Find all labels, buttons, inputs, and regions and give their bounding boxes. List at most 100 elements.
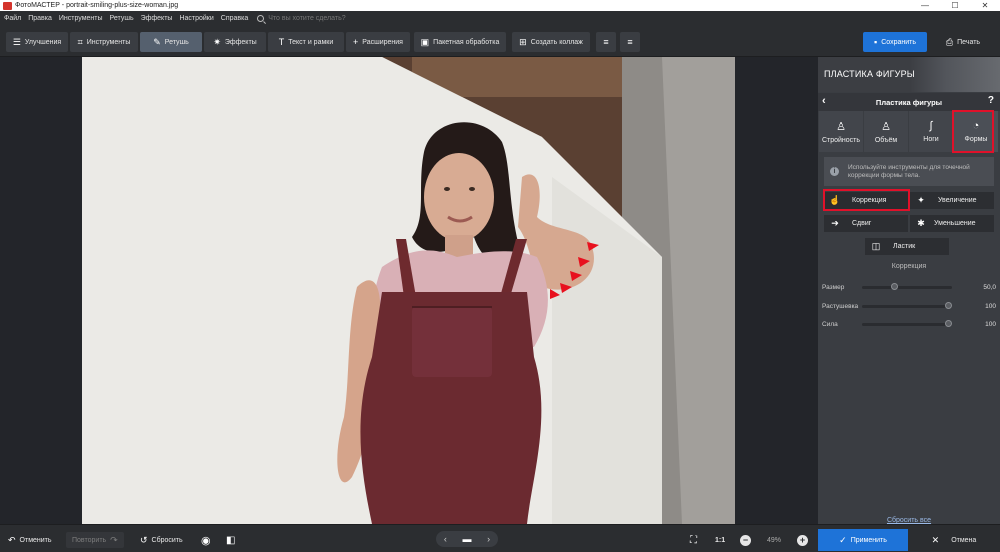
tab-extensions[interactable]: + Расширения — [346, 32, 410, 52]
tab-tools[interactable]: ⌗ Инструменты — [70, 32, 138, 52]
preview-eye-button[interactable]: ◉ — [201, 532, 211, 548]
image-navigation: ‹ ▬ › — [436, 531, 498, 547]
zoom-out-button[interactable]: − — [740, 532, 751, 548]
tool-shift-button[interactable]: ➔ Сдвиг — [824, 215, 908, 232]
search-icon — [257, 15, 265, 22]
menu-tools[interactable]: Инструменты — [59, 15, 103, 22]
tab-label: Ретушь — [164, 38, 189, 46]
tab-volume[interactable]: ♙ Объём — [864, 111, 908, 152]
slider-knob[interactable] — [945, 301, 952, 309]
compare-list-button[interactable]: ≡ — [596, 32, 616, 52]
fit-screen-icon: ⛶ — [690, 534, 697, 546]
help-icon[interactable]: ? — [988, 95, 994, 106]
close-window-button[interactable]: ✕ — [970, 0, 1000, 11]
plus-icon: + — [353, 37, 359, 47]
minimize-button[interactable]: — — [910, 0, 940, 11]
slider-feather[interactable]: Растушевка 100 — [822, 300, 996, 312]
tab-text-frames[interactable]: T Текст и рамки — [268, 32, 344, 52]
slider-track[interactable] — [862, 319, 952, 327]
menu-retouch[interactable]: Ретушь — [110, 15, 134, 22]
reset-button[interactable]: ↺ Сбросить — [140, 532, 183, 548]
body-volume-icon: ♙ — [881, 120, 891, 133]
undo-button[interactable]: ↶ Отменить — [8, 532, 52, 548]
undo-label: Отменить — [19, 536, 52, 544]
tool-shrink-button[interactable]: ✱ Уменьшение — [910, 215, 994, 232]
floppy-icon: ▪ — [874, 37, 878, 47]
create-collage-button[interactable]: ⊞ Создать коллаж — [512, 32, 590, 52]
tab-label: Инструменты — [86, 38, 131, 46]
info-box: i Используйте инструменты для точечной к… — [824, 157, 994, 186]
tab-retouch[interactable]: ✎ Ретушь — [140, 32, 202, 52]
print-button[interactable]: ⎙ Печать — [933, 32, 993, 52]
batch-processing-button[interactable]: ▣ Пакетная обработка — [414, 32, 506, 52]
slider-label: Растушевка — [822, 302, 859, 310]
slider-label: Сила — [822, 320, 838, 328]
reset-all-link[interactable]: Сбросить все — [818, 517, 1000, 524]
tab-label: Расширения — [362, 38, 403, 46]
tool-eraser-button[interactable]: ◫ Ластик — [865, 238, 949, 255]
tool-label: Уменьшение — [934, 220, 976, 227]
slider-track[interactable] — [862, 301, 952, 309]
redo-icon: ↷ — [110, 534, 118, 545]
undo-icon: ↶ — [8, 534, 16, 545]
zoom-in-button[interactable]: + — [797, 532, 808, 548]
brush-icon: ✎ — [153, 36, 161, 47]
slider-value: 50,0 — [983, 283, 996, 291]
apply-button[interactable]: ✓ Применить — [818, 529, 908, 551]
slider-track[interactable] — [862, 282, 952, 290]
slider-strength[interactable]: Сила 100 — [822, 318, 996, 330]
folder-icon[interactable]: ▬ — [462, 534, 471, 544]
slider-value: 100 — [985, 302, 996, 310]
tool-enlarge-button[interactable]: ✦ Увеличение — [910, 192, 994, 209]
crop-icon: ⌗ — [77, 36, 83, 47]
back-icon[interactable]: ‹ — [822, 95, 826, 107]
tab-label: Улучшения — [24, 38, 62, 46]
portrait-photo-image — [82, 57, 735, 524]
prev-image-icon[interactable]: ‹ — [444, 534, 447, 544]
slider-knob[interactable] — [891, 282, 898, 290]
close-icon: ✕ — [931, 534, 940, 545]
sliders-icon: ☰ — [12, 36, 21, 47]
actual-size-button[interactable]: 1:1 — [715, 532, 725, 548]
menu-help[interactable]: Справка — [221, 15, 248, 22]
menu-bar: Файл Правка Инструменты Ретушь Эффекты Н… — [0, 11, 1000, 26]
history-list-button[interactable]: ≡ — [620, 32, 640, 52]
legs-icon: ∫ — [929, 120, 933, 132]
tab-legs[interactable]: ∫ Ноги — [909, 111, 953, 152]
maximize-button[interactable]: ☐ — [940, 0, 970, 11]
plus-icon: + — [797, 534, 808, 546]
canvas-area[interactable] — [0, 57, 818, 524]
save-label: Сохранить — [881, 38, 916, 46]
right-panel: ПЛАСТИКА ФИГУРЫ ‹ Пластика фигуры ? ♙ Ст… — [818, 57, 1000, 552]
menu-edit[interactable]: Правка — [28, 15, 52, 22]
app-logo-icon — [3, 1, 12, 10]
subheader-title: Пластика фигуры — [875, 97, 943, 107]
slider-size[interactable]: Размер 50,0 — [822, 281, 996, 293]
tab-effects[interactable]: ✷ Эффекты — [204, 32, 266, 52]
photo-preview[interactable] — [82, 57, 735, 524]
info-icon: i — [830, 167, 839, 176]
save-button[interactable]: ▪ Сохранить — [863, 32, 927, 52]
expand-icon: ✦ — [917, 195, 925, 205]
header-thumbnail-image — [910, 57, 1000, 92]
reset-label: Сбросить — [151, 536, 183, 544]
panel-title: ПЛАСТИКА ФИГУРЫ — [824, 69, 915, 79]
main-toolbar: ☰ Улучшения ⌗ Инструменты ✎ Ретушь ✷ Эффекты… — [0, 26, 1000, 57]
shift-arrow-icon: ➔ — [831, 218, 839, 228]
menu-search[interactable]: Что вы хотите сделать? — [257, 15, 346, 22]
tab-label: Эффекты — [224, 38, 257, 46]
compare-icon: ◧ — [226, 534, 236, 546]
apply-label: Применить — [850, 536, 887, 544]
slider-knob[interactable] — [945, 319, 952, 327]
redo-button[interactable]: Повторить ↷ — [66, 532, 124, 548]
menu-effects[interactable]: Эффекты — [141, 15, 173, 22]
next-image-icon[interactable]: › — [487, 534, 490, 544]
tab-enhancements[interactable]: ☰ Улучшения — [6, 32, 68, 52]
menu-file[interactable]: Файл — [4, 15, 21, 22]
tab-slimness[interactable]: ♙ Стройность — [819, 111, 863, 152]
cancel-button[interactable]: ✕ Отмена — [908, 529, 1000, 551]
compare-button[interactable]: ◧ — [226, 532, 235, 548]
sparkle-icon: ✷ — [213, 36, 221, 47]
menu-settings[interactable]: Настройки — [179, 15, 213, 22]
fit-screen-button[interactable]: ⛶ — [690, 532, 697, 548]
